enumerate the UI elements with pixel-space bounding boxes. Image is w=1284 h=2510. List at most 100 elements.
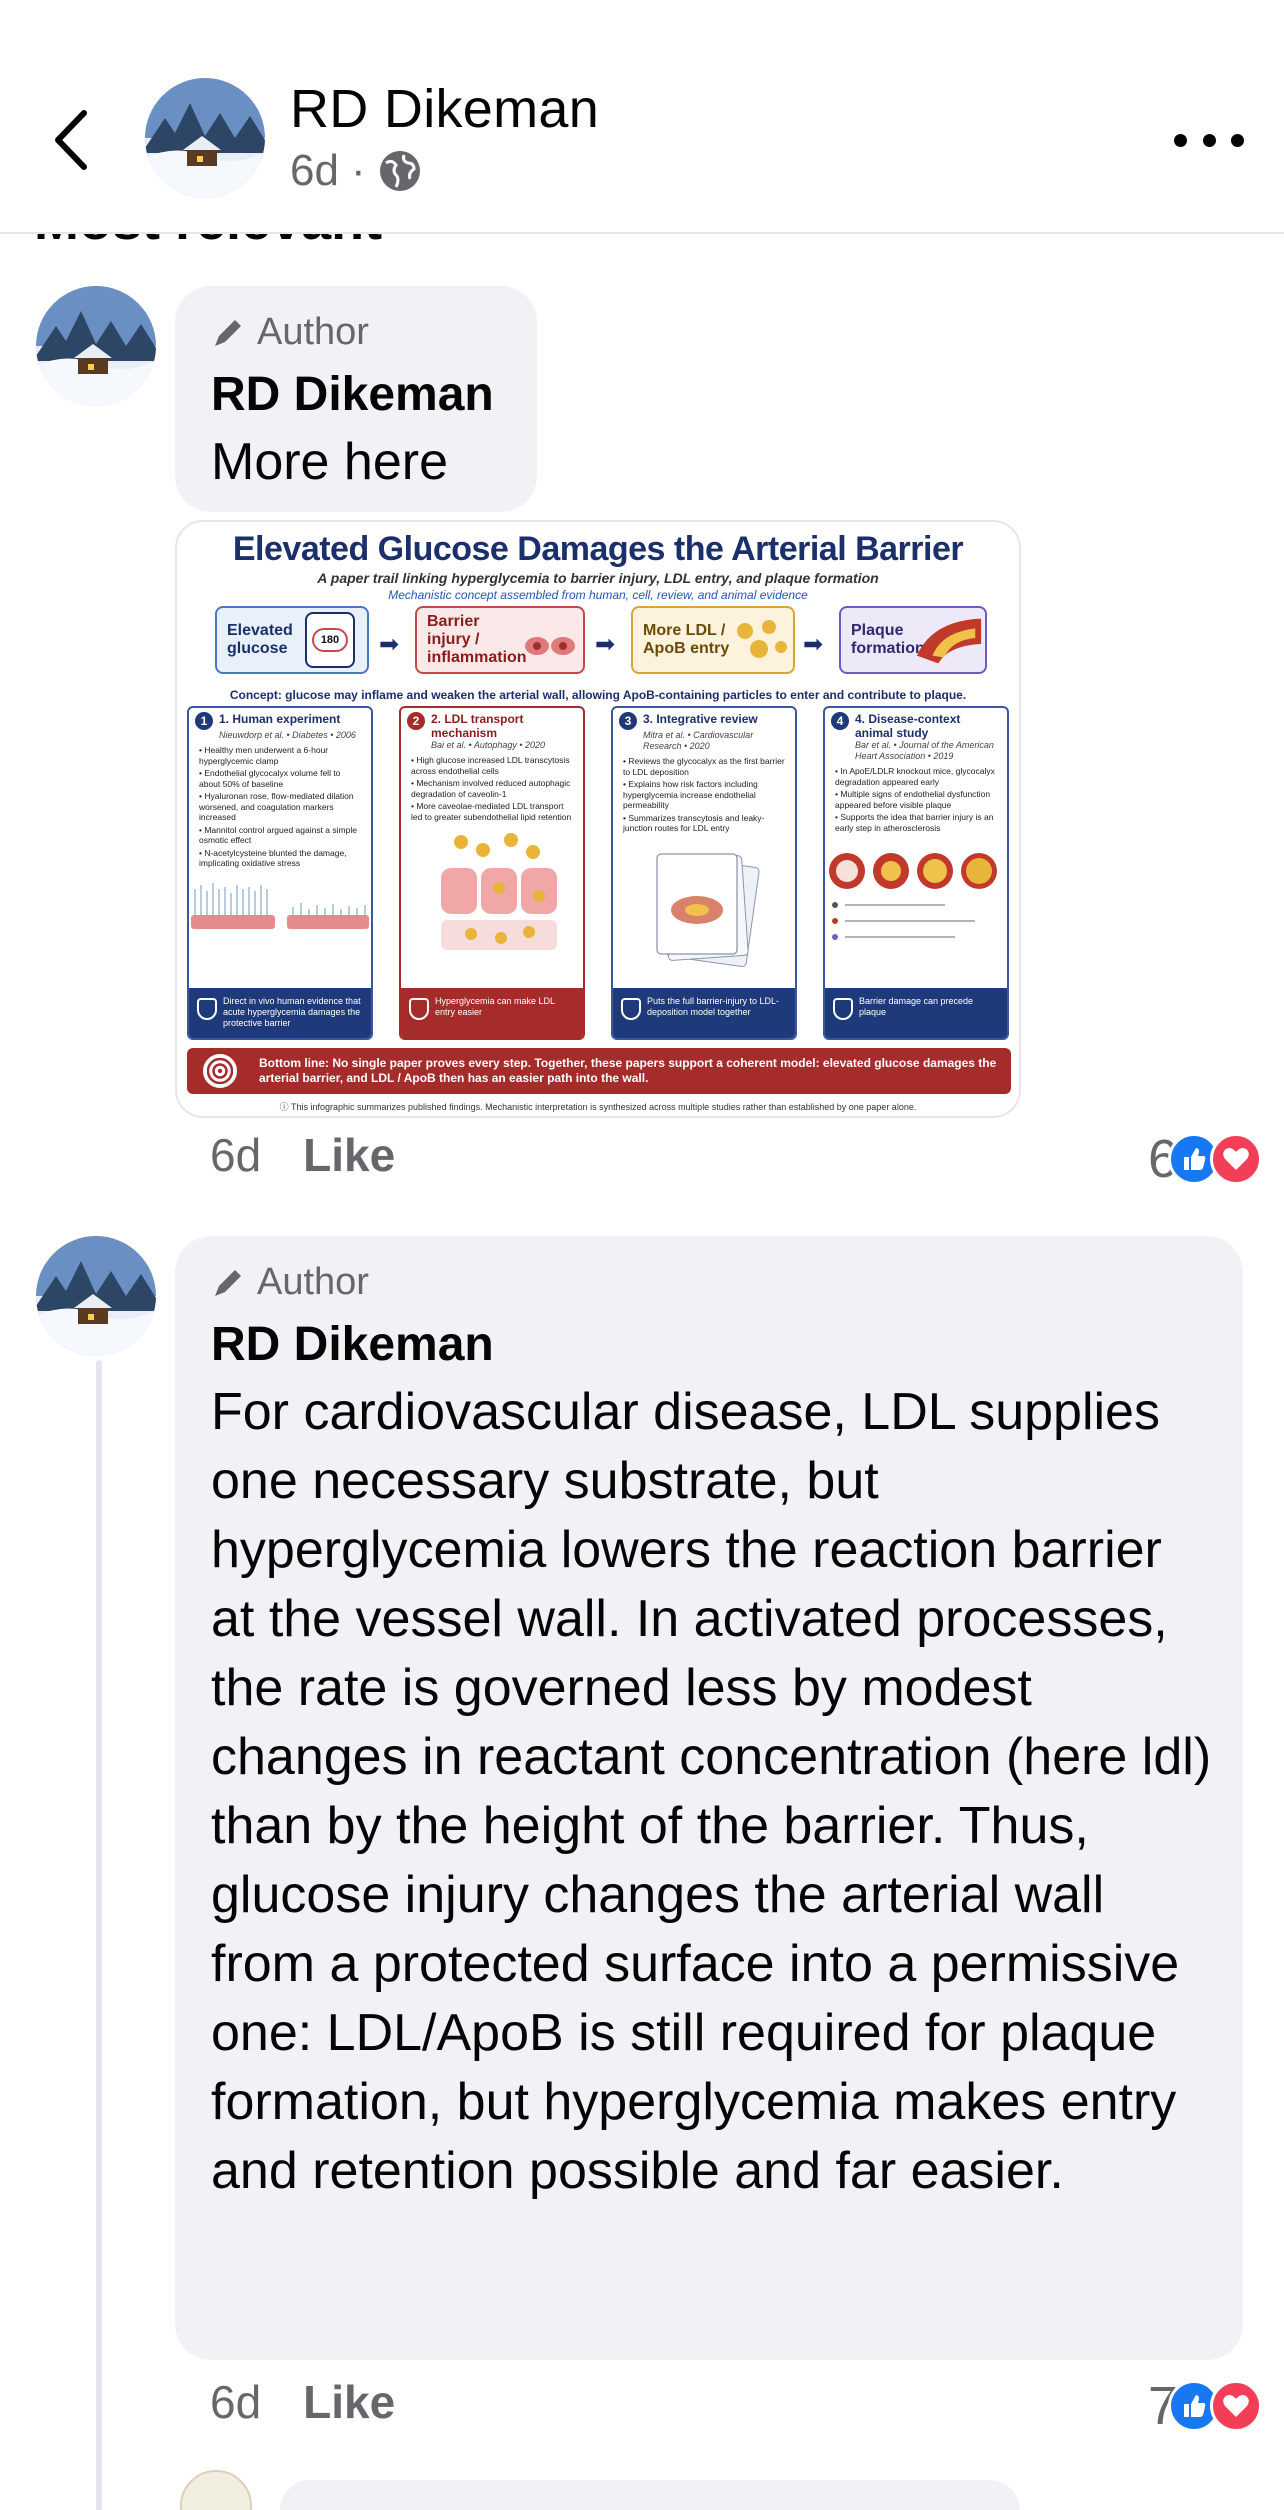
ldl-particles-icon (737, 620, 787, 658)
artery-progression-illustration (829, 853, 997, 940)
arrow-right-icon: ➡ (595, 631, 616, 658)
pencil-icon (215, 320, 241, 346)
comment-actions: 6d Like (210, 2375, 395, 2429)
panel-bullet: • Endothelial glycocalyx volume fell to … (199, 768, 341, 789)
panel-title: 2. LDL transport mechanism (431, 712, 524, 740)
comment-age: 6d (210, 1129, 262, 1181)
flow-step: Elevated glucose 180 (215, 606, 369, 674)
panel-title: 1. Human experiment (219, 712, 341, 726)
panel-citation: Bai et al. • Autophagy • 2020 (431, 740, 546, 750)
comment-age: 6d (210, 2376, 262, 2428)
panel-bullet: • More caveolae-mediated LDL transport l… (411, 801, 572, 822)
reaction-summary[interactable]: 7 (1148, 2375, 1262, 2437)
commenter-avatar[interactable] (36, 286, 156, 406)
panel-citation: Mitra et al. • Cardiovascular Research •… (643, 730, 754, 751)
panel-bullets: • Reviews the glycocalyx as the first ba… (613, 752, 795, 834)
evidence-panel: 3 3. Integrative review Mitra et al. • Ca… (611, 706, 797, 1040)
panel-bullet: • Explains how risk factors including hy… (623, 779, 758, 810)
panel-citation: Nieuwdorp et al. • Diabetes • 2006 (219, 730, 356, 740)
globe-icon (379, 151, 420, 191)
evidence-panel: 1 1. Human experiment Nieuwdorp et al. • … (187, 706, 373, 1040)
cells-icon (525, 637, 575, 655)
avatar[interactable] (145, 78, 265, 198)
panel-footer-text: Direct in vivo human evidence that acute… (223, 996, 361, 1028)
panel-bullet: • Supports the idea that barrier injury … (835, 812, 994, 833)
glucose-meter-icon: 180 (305, 612, 355, 668)
comment-bubble[interactable]: Author RD Dikeman More here (175, 286, 537, 512)
more-options-button[interactable] (1174, 118, 1244, 162)
infographic-note-text: This infographic summarizes published fi… (291, 1102, 917, 1112)
glucose-meter-value: 180 (312, 628, 348, 652)
reply-bubble[interactable] (280, 2480, 1020, 2510)
reaction-summary[interactable]: 6 (1148, 1128, 1262, 1190)
panel-footer: Barrier damage can precede plaque (825, 988, 1007, 1038)
like-button[interactable]: Like (303, 1128, 395, 1182)
target-icon (203, 1054, 237, 1088)
shield-icon (197, 998, 217, 1020)
avatar-image (36, 1236, 156, 1356)
infographic-bottom-line: Bottom line: No single paper proves ever… (187, 1048, 1011, 1094)
comment-bubble[interactable]: Author RD Dikeman For cardiovascular dis… (175, 1236, 1243, 2360)
arrow-right-icon: ➡ (379, 631, 400, 658)
author-badge-label: Author (257, 1260, 369, 1303)
panel-number: 3 (619, 712, 637, 730)
panel-bullets: • In ApoE/LDLR knockout mice, glycocalyx… (825, 762, 1007, 833)
evidence-panel: 4 4. Disease-context animal study Bar et … (823, 706, 1009, 1040)
panel-number: 1 (195, 712, 213, 730)
panel-bullets: • High glucose increased LDL transcytosi… (401, 751, 583, 822)
infographic-flow: Elevated glucose 180 ➡ Barrier injury / … (215, 606, 987, 678)
flow-step: Barrier injury / inflammation (415, 606, 585, 674)
infographic-concept: Concept: glucose may inflame and weaken … (229, 688, 967, 702)
post-age: 6d (290, 146, 339, 195)
panel-bullet: • In ApoE/LDLR knockout mice, glycocalyx… (835, 766, 995, 787)
more-horizontal-icon (1174, 133, 1187, 147)
flow-step-label: Elevated glucose (227, 622, 293, 657)
panel-bullet: • Multiple signs of endothelial dysfunct… (835, 789, 991, 810)
post-author-name[interactable]: RD Dikeman (290, 78, 599, 140)
pencil-icon (215, 1270, 241, 1296)
commenter-name[interactable]: RD Dikeman (211, 1314, 1213, 1376)
flow-step: More LDL / ApoB entry (631, 606, 795, 674)
comment-text: More here (211, 433, 448, 492)
shield-icon (409, 998, 429, 1020)
panel-number: 2 (407, 712, 425, 730)
panel-bullet: • N-acetylcysteine blunted the damage, i… (199, 847, 347, 869)
panel-bullet: • Mechanism involved reduced autophagic … (411, 778, 571, 799)
infographic-subtitle: A paper trail linking hyperglycemia to b… (317, 570, 879, 586)
panel-title: 3. Integrative review (643, 712, 758, 726)
panel-title: 4. Disease-context animal study (855, 712, 961, 740)
flow-step-label: Barrier injury / inflammation (427, 613, 527, 666)
panel-bullet: • Summarizes transcytosis and leaky-junc… (623, 812, 765, 834)
post-header: RD Dikeman 6d · (0, 0, 1284, 234)
shield-icon (833, 998, 853, 1020)
panel-footer-text: Barrier damage can precede plaque (859, 996, 974, 1017)
flow-step-label: Plaque formation (851, 622, 925, 657)
author-badge-label: Author (257, 310, 369, 353)
infographic-title: Elevated Glucose Damages the Arterial Ba… (232, 530, 964, 568)
author-badge: Author (211, 306, 501, 358)
comment-attachment-image[interactable]: Elevated Glucose Damages the Arterial Ba… (175, 520, 1021, 1118)
panel-footer: Direct in vivo human evidence that acute… (189, 988, 371, 1038)
panel-citation: Bar et al. • Journal of the American Hea… (855, 740, 994, 761)
panel-bullet: • High glucose increased LDL transcytosi… (411, 755, 570, 776)
comment-actions: 6d Like (210, 1128, 395, 1182)
panel-bullet: • Mannitol control argued against a simp… (199, 824, 357, 846)
commenter-name[interactable]: RD Dikeman (211, 364, 501, 426)
flow-step-label: More LDL / ApoB entry (643, 622, 730, 657)
panel-bullets: • Healthy men underwent a 6-hour hypergl… (189, 741, 371, 869)
chevron-left-icon (55, 110, 87, 170)
panel-bullet: • Reviews the glycocalyx as the first ba… (623, 756, 785, 777)
comment-text: For cardiovascular disease, LDL supplies… (211, 1383, 1212, 2201)
meta-separator: · (350, 146, 366, 195)
bottom-line-text: Bottom line: No single paper proves ever… (259, 1056, 997, 1085)
infographic-note: ⓘ This infographic summarizes published … (279, 1102, 917, 1112)
commenter-avatar[interactable] (36, 1236, 156, 1356)
like-button[interactable]: Like (303, 2375, 395, 2429)
back-button[interactable] (40, 100, 100, 180)
infographic-subtitle-secondary: Mechanistic concept assembled from human… (388, 588, 808, 602)
book-icon (621, 998, 641, 1020)
reply-avatar[interactable] (180, 2470, 252, 2510)
panel-footer-text: Hyperglycemia can make LDL entry easier (435, 996, 555, 1017)
panel-footer: Hyperglycemia can make LDL entry easier (401, 988, 583, 1038)
arrow-right-icon: ➡ (803, 631, 824, 658)
